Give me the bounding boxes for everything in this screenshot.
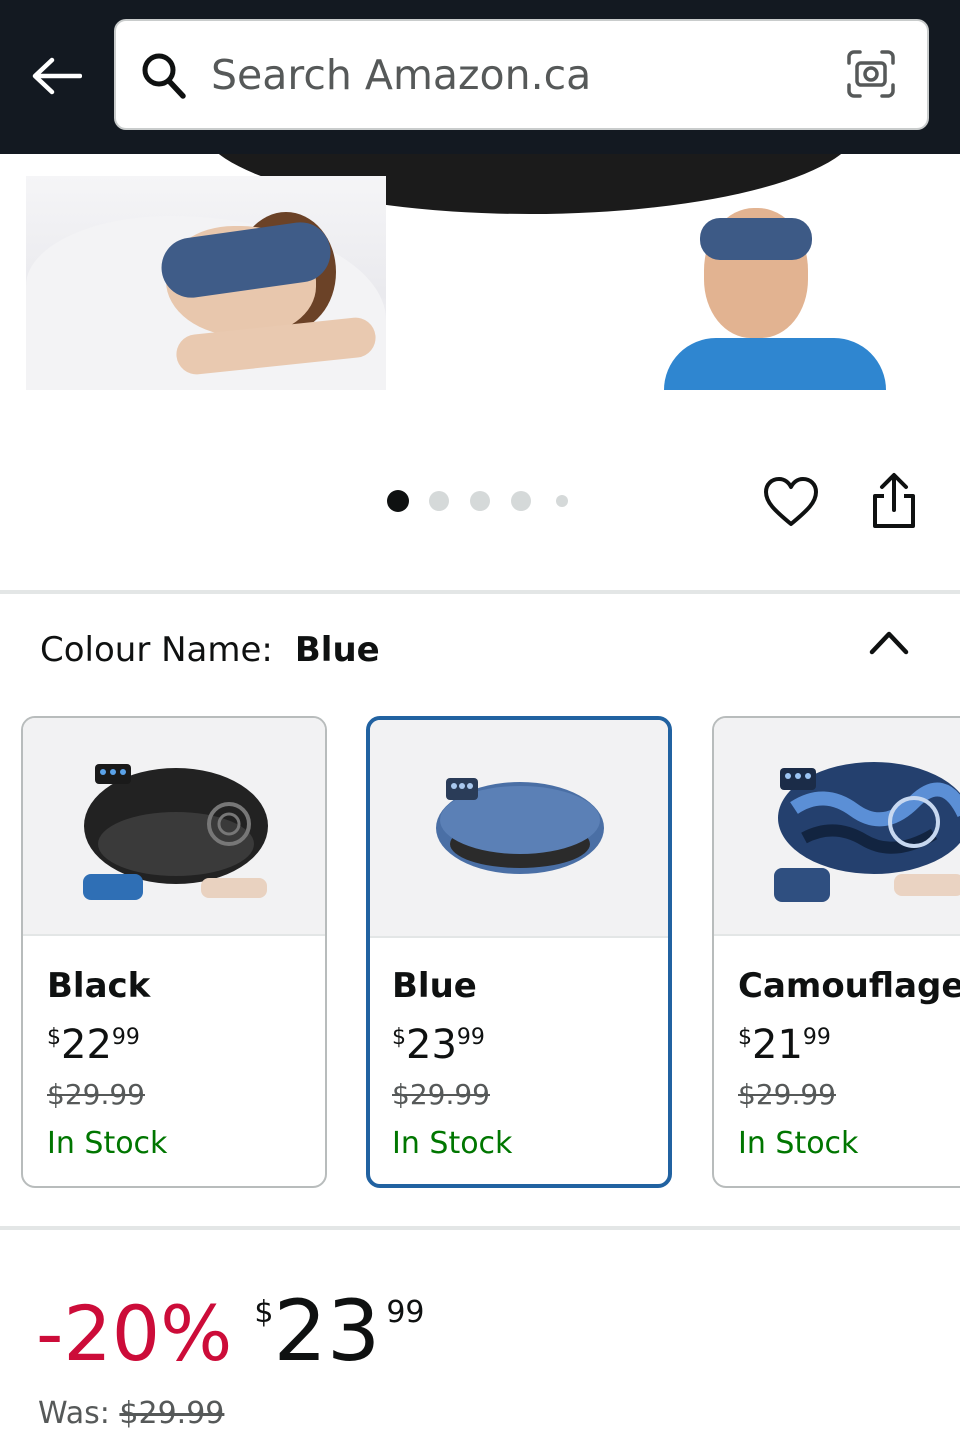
- camera-scan-icon[interactable]: [846, 49, 896, 99]
- carousel-dot[interactable]: [511, 491, 531, 511]
- chevron-up-icon: [869, 631, 909, 655]
- carousel-dot[interactable]: [470, 491, 490, 511]
- variant-name: Camouflage: [738, 966, 960, 1006]
- arrow-left-icon: [32, 57, 82, 95]
- variant-image: [370, 720, 668, 938]
- add-to-list-button[interactable]: [762, 474, 820, 532]
- search-bar[interactable]: [114, 19, 929, 130]
- share-icon: [873, 473, 915, 528]
- back-button[interactable]: [28, 48, 84, 104]
- variant-name: Black: [47, 966, 151, 1006]
- variant-stock-status: In Stock: [47, 1126, 168, 1161]
- was-label: Was:: [38, 1396, 110, 1431]
- variant-card-camouflage[interactable]: Camouflage $2199 $29.99 In Stock: [712, 716, 960, 1188]
- discount-percentage: -20%: [36, 1289, 233, 1378]
- variant-card-blue[interactable]: Blue $2399 $29.99 In Stock: [366, 716, 672, 1188]
- price-whole: 23: [273, 1282, 381, 1380]
- carousel-dot-active[interactable]: [387, 490, 409, 512]
- colour-label: Colour Name:: [40, 630, 273, 670]
- price-currency: $: [254, 1295, 274, 1330]
- carousel-dot[interactable]: [429, 491, 449, 511]
- variant-stock-status: In Stock: [738, 1126, 859, 1161]
- variant-card-black[interactable]: Black $2299 $29.99 In Stock: [21, 716, 327, 1188]
- section-divider: [0, 590, 960, 594]
- price-fraction: 99: [386, 1295, 425, 1330]
- variant-image: [23, 718, 325, 936]
- blue-headband-image: [436, 778, 604, 874]
- variant-list-price: $29.99: [738, 1078, 836, 1111]
- collapse-colour-button[interactable]: [868, 622, 910, 662]
- variant-name: Blue: [392, 966, 477, 1006]
- variant-list-price: $29.99: [47, 1078, 145, 1111]
- heart-icon: [764, 477, 818, 526]
- black-headband-image: [83, 764, 268, 900]
- section-divider: [0, 1226, 960, 1230]
- variant-list-price: $29.99: [392, 1078, 490, 1111]
- was-price-row: Was: $29.99: [38, 1396, 224, 1431]
- product-image-carousel[interactable]: [0, 154, 960, 414]
- colour-name-row: Colour Name: Blue: [40, 630, 380, 670]
- sleeping-woman-image: [26, 176, 386, 390]
- was-price: $29.99: [119, 1396, 225, 1431]
- man-wearing-headband-image: [664, 198, 886, 390]
- price-block: -20% $23 99: [36, 1282, 425, 1382]
- colour-variant-list: Black $2299 $29.99 In Stock Blue $2399 $…: [0, 716, 960, 1190]
- variant-price: $2399: [392, 1022, 485, 1068]
- variant-image: [714, 718, 960, 936]
- share-button[interactable]: [866, 470, 922, 532]
- variant-stock-status: In Stock: [392, 1126, 513, 1161]
- camouflage-headband-image: [774, 762, 960, 902]
- carousel-dot[interactable]: [556, 495, 568, 507]
- top-header: [0, 0, 960, 154]
- variant-price: $2199: [738, 1022, 831, 1068]
- variant-price: $2299: [47, 1022, 140, 1068]
- search-input[interactable]: [211, 47, 811, 103]
- colour-selected-value: Blue: [294, 630, 380, 670]
- search-icon: [142, 53, 186, 99]
